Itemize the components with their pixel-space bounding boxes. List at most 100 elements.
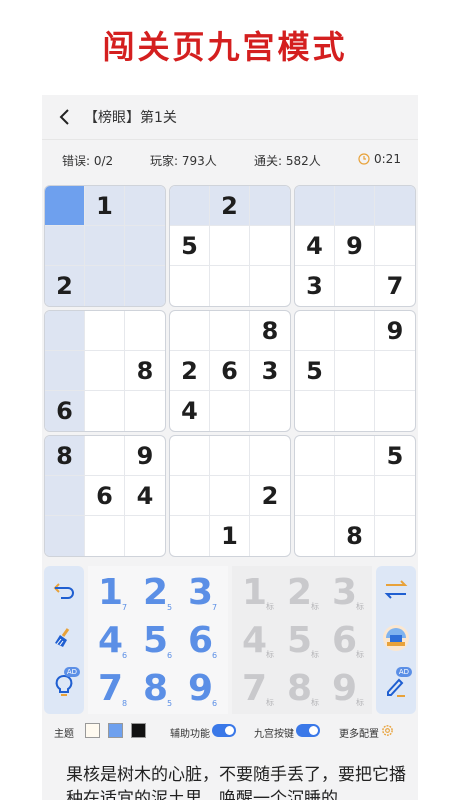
sudoku-cell[interactable] bbox=[125, 186, 165, 226]
sudoku-cell[interactable] bbox=[210, 226, 250, 266]
sudoku-cell[interactable] bbox=[250, 266, 290, 306]
sudoku-cell[interactable] bbox=[210, 391, 250, 431]
sudoku-cell[interactable] bbox=[45, 476, 85, 516]
sudoku-cell[interactable] bbox=[335, 186, 375, 226]
sudoku-cell[interactable] bbox=[335, 436, 375, 476]
sudoku-cell[interactable] bbox=[250, 391, 290, 431]
assist-toggle[interactable] bbox=[212, 724, 236, 737]
sudoku-cell[interactable] bbox=[85, 351, 125, 391]
sudoku-cell[interactable]: 5 bbox=[295, 351, 335, 391]
theme-scene-button[interactable] bbox=[380, 622, 412, 654]
sudoku-cell[interactable]: 3 bbox=[295, 266, 335, 306]
hint-button[interactable]: AD bbox=[48, 667, 80, 702]
sudoku-cell[interactable] bbox=[125, 226, 165, 266]
sudoku-cell[interactable] bbox=[85, 266, 125, 306]
sudoku-cell[interactable]: 3 bbox=[250, 351, 290, 391]
sudoku-cell[interactable] bbox=[45, 186, 85, 226]
theme-swatch-cream[interactable] bbox=[85, 723, 100, 738]
sudoku-cell[interactable] bbox=[45, 351, 85, 391]
sudoku-cell[interactable]: 7 bbox=[375, 266, 415, 306]
number-key-5[interactable]: 56 bbox=[137, 618, 181, 664]
sudoku-cell[interactable] bbox=[170, 311, 210, 351]
gear-icon[interactable] bbox=[381, 724, 394, 737]
sudoku-cell[interactable] bbox=[375, 391, 415, 431]
sudoku-cell[interactable] bbox=[250, 516, 290, 556]
number-key-1[interactable]: 17 bbox=[92, 570, 136, 616]
sudoku-cell[interactable]: 6 bbox=[45, 391, 85, 431]
sudoku-cell[interactable] bbox=[85, 311, 125, 351]
number-key-7[interactable]: 78 bbox=[92, 666, 136, 712]
sudoku-cell[interactable]: 5 bbox=[375, 436, 415, 476]
note-key-3[interactable]: 3标 bbox=[326, 570, 370, 616]
eraser-button[interactable] bbox=[48, 622, 80, 654]
sudoku-cell[interactable] bbox=[45, 516, 85, 556]
note-key-1[interactable]: 1标 bbox=[236, 570, 280, 616]
sudoku-cell[interactable]: 9 bbox=[335, 226, 375, 266]
number-key-9[interactable]: 96 bbox=[182, 666, 226, 712]
sudoku-cell[interactable]: 8 bbox=[125, 351, 165, 391]
back-button[interactable] bbox=[52, 104, 76, 130]
sudoku-cell[interactable] bbox=[125, 266, 165, 306]
sudoku-cell[interactable] bbox=[375, 516, 415, 556]
number-key-3[interactable]: 37 bbox=[182, 570, 226, 616]
sudoku-cell[interactable]: 1 bbox=[210, 516, 250, 556]
sudoku-cell[interactable] bbox=[85, 391, 125, 431]
sudoku-cell[interactable] bbox=[45, 311, 85, 351]
sudoku-cell[interactable] bbox=[335, 351, 375, 391]
sudoku-cell[interactable] bbox=[210, 266, 250, 306]
sudoku-cell[interactable] bbox=[85, 516, 125, 556]
sudoku-cell[interactable] bbox=[210, 436, 250, 476]
number-key-4[interactable]: 46 bbox=[92, 618, 136, 664]
sudoku-cell[interactable]: 9 bbox=[375, 311, 415, 351]
sudoku-cell[interactable] bbox=[335, 391, 375, 431]
undo-button[interactable] bbox=[48, 574, 80, 606]
sudoku-cell[interactable] bbox=[295, 391, 335, 431]
sudoku-cell[interactable] bbox=[295, 311, 335, 351]
note-key-9[interactable]: 9标 bbox=[326, 666, 370, 712]
sudoku-cell[interactable] bbox=[295, 516, 335, 556]
sudoku-cell[interactable]: 6 bbox=[210, 351, 250, 391]
sudoku-cell[interactable] bbox=[375, 226, 415, 266]
sudoku-cell[interactable]: 5 bbox=[170, 226, 210, 266]
sudoku-cell[interactable]: 8 bbox=[335, 516, 375, 556]
sudoku-cell[interactable] bbox=[170, 266, 210, 306]
sudoku-cell[interactable] bbox=[375, 351, 415, 391]
sudoku-cell[interactable] bbox=[375, 476, 415, 516]
sudoku-cell[interactable] bbox=[125, 516, 165, 556]
sudoku-cell[interactable]: 4 bbox=[295, 226, 335, 266]
sudoku-cell[interactable] bbox=[125, 311, 165, 351]
sudoku-cell[interactable] bbox=[170, 186, 210, 226]
note-key-2[interactable]: 2标 bbox=[281, 570, 325, 616]
sudoku-cell[interactable]: 2 bbox=[170, 351, 210, 391]
number-key-6[interactable]: 66 bbox=[182, 618, 226, 664]
sudoku-cell[interactable]: 8 bbox=[250, 311, 290, 351]
sudoku-cell[interactable] bbox=[250, 226, 290, 266]
sudoku-cell[interactable]: 4 bbox=[170, 391, 210, 431]
sudoku-cell[interactable] bbox=[295, 186, 335, 226]
sudoku-cell[interactable] bbox=[170, 516, 210, 556]
sudoku-cell[interactable] bbox=[45, 226, 85, 266]
note-key-8[interactable]: 8标 bbox=[281, 666, 325, 712]
grid-keys-toggle[interactable] bbox=[296, 724, 320, 737]
sudoku-cell[interactable] bbox=[335, 266, 375, 306]
sudoku-cell[interactable] bbox=[295, 476, 335, 516]
sudoku-cell[interactable]: 9 bbox=[125, 436, 165, 476]
sudoku-cell[interactable] bbox=[85, 226, 125, 266]
sudoku-cell[interactable] bbox=[85, 436, 125, 476]
sudoku-cell[interactable]: 8 bbox=[45, 436, 85, 476]
note-key-5[interactable]: 5标 bbox=[281, 618, 325, 664]
sudoku-cell[interactable] bbox=[170, 476, 210, 516]
sudoku-cell[interactable]: 4 bbox=[125, 476, 165, 516]
more-settings-label[interactable]: 更多配置 bbox=[339, 725, 379, 740]
sudoku-cell[interactable] bbox=[210, 476, 250, 516]
sudoku-cell[interactable] bbox=[375, 186, 415, 226]
sudoku-cell[interactable]: 2 bbox=[250, 476, 290, 516]
note-key-7[interactable]: 7标 bbox=[236, 666, 280, 712]
sudoku-cell[interactable] bbox=[335, 476, 375, 516]
sudoku-cell[interactable] bbox=[250, 436, 290, 476]
note-key-6[interactable]: 6标 bbox=[326, 618, 370, 664]
theme-swatch-black[interactable] bbox=[131, 723, 146, 738]
number-key-8[interactable]: 85 bbox=[137, 666, 181, 712]
sudoku-cell[interactable] bbox=[250, 186, 290, 226]
theme-swatch-blue[interactable] bbox=[108, 723, 123, 738]
